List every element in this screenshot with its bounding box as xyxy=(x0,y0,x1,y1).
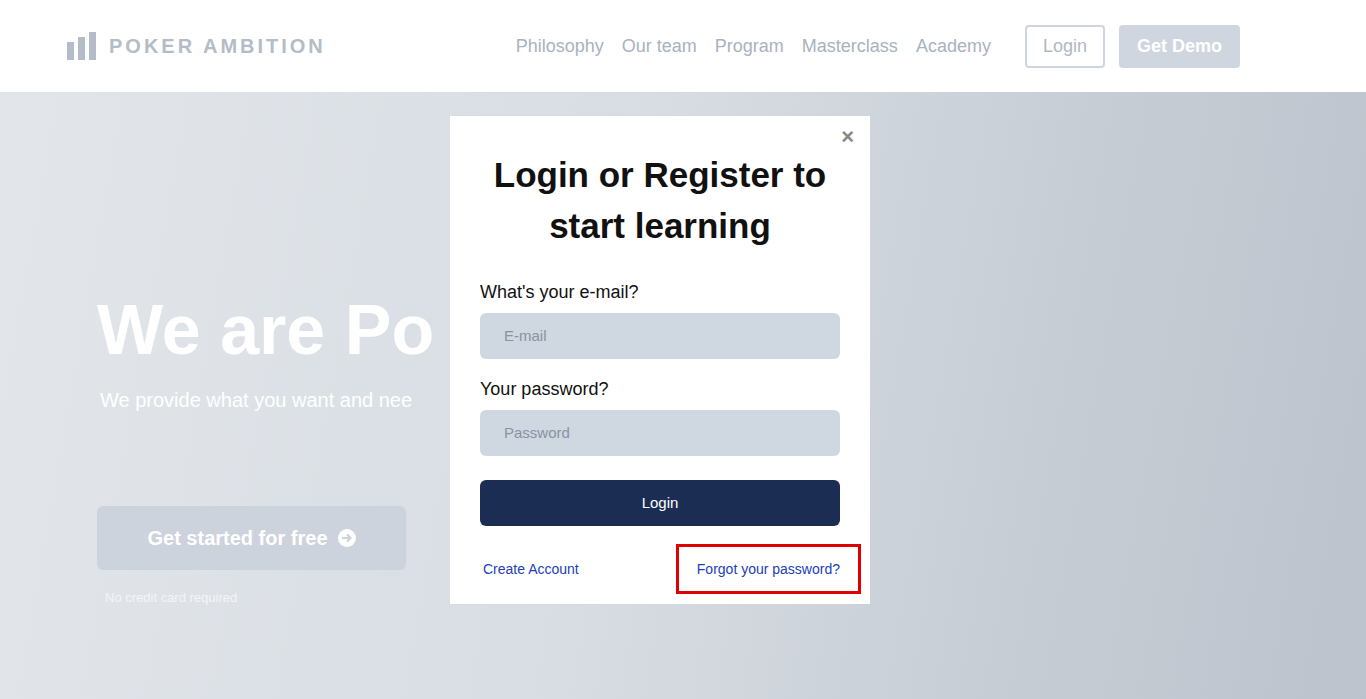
logo-text: POKER AMBITION xyxy=(109,35,326,58)
modal-link[interactable]: Create Account xyxy=(480,544,582,594)
nav-item[interactable]: Masterclass xyxy=(802,36,898,57)
get-started-button[interactable]: Get started for free xyxy=(97,506,406,570)
header: POKER AMBITION Philosophy Our team Program… xyxy=(0,0,1366,92)
nav-item[interactable]: Academy xyxy=(916,36,991,57)
demo-button[interactable]: Get Demo xyxy=(1119,25,1240,68)
arrow-circle-icon xyxy=(338,529,356,547)
password-label: Your password? xyxy=(480,379,840,400)
login-button[interactable]: Login xyxy=(1025,25,1105,68)
get-started-label: Get started for free xyxy=(147,527,327,550)
bars-logo-icon xyxy=(67,32,97,60)
nav-item[interactable]: Philosophy xyxy=(516,36,604,57)
logo[interactable]: POKER AMBITION xyxy=(67,32,326,60)
modal-link[interactable]: Forgot your password? xyxy=(676,544,861,594)
page: POKER AMBITION Philosophy Our team Program… xyxy=(0,0,1366,699)
email-label: What's your e-mail? xyxy=(480,282,840,303)
nav: Philosophy Our team Program Masterclass Acad… xyxy=(516,36,991,57)
email-input[interactable] xyxy=(480,313,840,359)
nav-item[interactable]: Our team xyxy=(622,36,697,57)
modal-title: Login or Register to start learning xyxy=(480,150,840,252)
login-modal: × Login or Register to start learning Wh… xyxy=(450,116,870,604)
password-input[interactable] xyxy=(480,410,840,456)
nav-item[interactable]: Program xyxy=(715,36,784,57)
modal-links: Create AccountForgot your password? xyxy=(480,544,840,594)
close-button[interactable]: × xyxy=(835,122,860,152)
submit-button[interactable]: Login xyxy=(480,480,840,526)
header-buttons: Login Get Demo xyxy=(1025,25,1240,68)
